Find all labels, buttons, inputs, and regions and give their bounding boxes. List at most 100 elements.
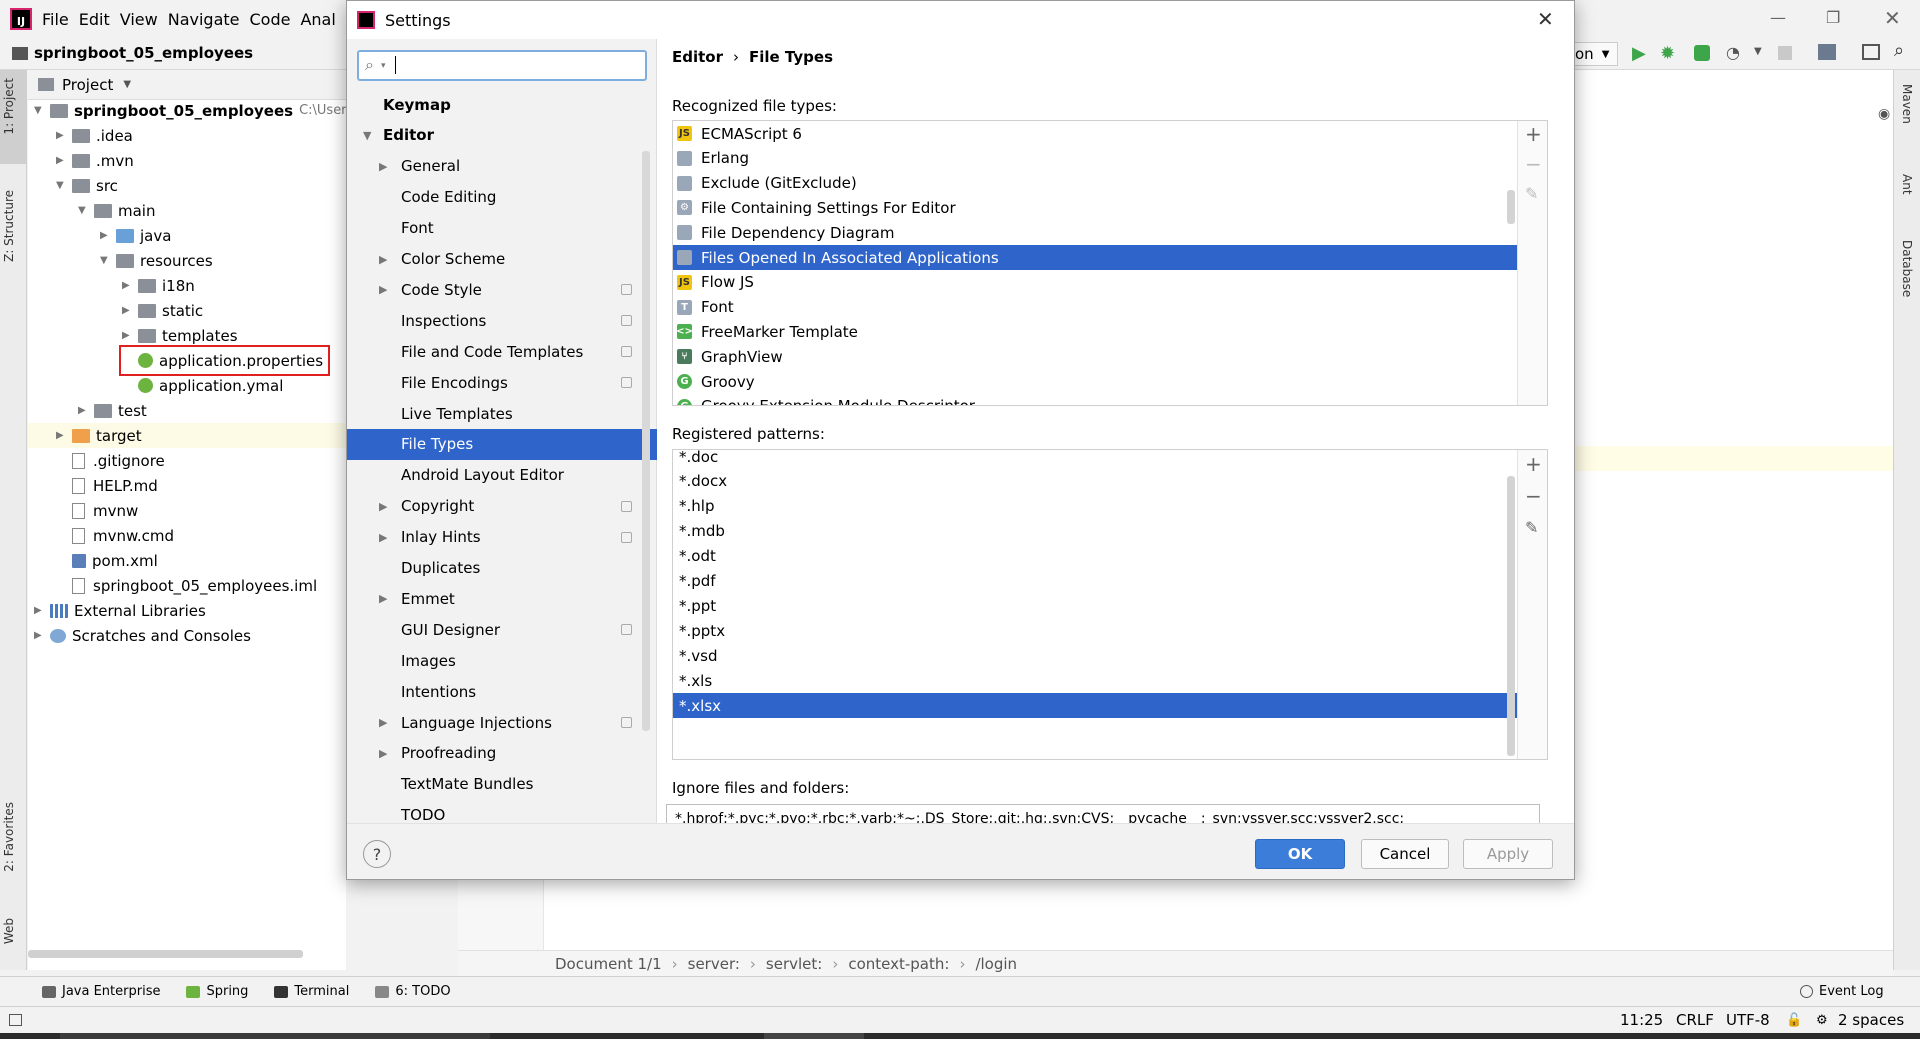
menu-code[interactable]: Code: [250, 10, 291, 29]
file-type-row[interactable]: G Groovy Extension Module Descriptor: [673, 394, 1518, 405]
file-type-row[interactable]: JS Flow JS: [673, 270, 1518, 295]
chevron-right-icon[interactable]: ▶: [379, 592, 387, 605]
chevron-right-icon[interactable]: ▶: [379, 531, 387, 544]
tool-terminal[interactable]: Terminal: [274, 984, 349, 999]
debug-icon[interactable]: ✹: [1660, 43, 1675, 64]
tree-item[interactable]: ▼ src: [56, 173, 118, 198]
tree-item[interactable]: .gitignore: [56, 448, 165, 473]
presentation-icon[interactable]: [1862, 44, 1880, 60]
chevron-right-icon[interactable]: ▶: [379, 716, 387, 729]
file-type-row[interactable]: File Dependency Diagram: [673, 220, 1518, 245]
tool-event-log[interactable]: Event Log: [1800, 984, 1884, 999]
settings-nav-item[interactable]: ▶ General: [347, 151, 657, 182]
run-config-selector[interactable]: on ▼: [1572, 42, 1618, 66]
tree-item[interactable]: ▼ resources: [100, 248, 213, 273]
breadcrumb-servlet[interactable]: servlet:: [766, 955, 822, 973]
settings-nav-item[interactable]: ▶ Language Injections: [347, 707, 657, 738]
tree-item[interactable]: ▼ springboot_05_employees C:\Users\: [34, 98, 358, 123]
profile-icon[interactable]: ◔: [1726, 43, 1740, 62]
chevron-down-icon[interactable]: ▼: [100, 255, 110, 266]
cancel-button[interactable]: Cancel: [1361, 839, 1449, 869]
chevron-right-icon[interactable]: ▶: [122, 305, 132, 316]
chevron-right-icon[interactable]: ▶: [122, 330, 132, 341]
file-encoding[interactable]: UTF-8: [1726, 1011, 1770, 1029]
chevron-right-icon[interactable]: ▶: [78, 405, 88, 416]
tree-item[interactable]: ▶ i18n: [122, 273, 195, 298]
chevron-down-icon[interactable]: ▼: [123, 79, 131, 90]
caret-position[interactable]: 11:25: [1620, 1011, 1663, 1029]
pattern-row[interactable]: *.pptx: [673, 618, 1518, 643]
window-close-icon[interactable]: ✕: [1884, 6, 1901, 30]
tree-item[interactable]: application.ymal: [122, 373, 283, 398]
breadcrumb-context-path[interactable]: context-path:: [848, 955, 949, 973]
minimize-icon[interactable]: —: [1770, 8, 1786, 27]
nav-project-name[interactable]: springboot_05_employees: [34, 44, 253, 62]
settings-nav-item[interactable]: TextMate Bundles: [347, 769, 657, 800]
chevron-right-icon[interactable]: ▶: [379, 500, 387, 513]
settings-nav-item[interactable]: Duplicates: [347, 553, 657, 584]
tree-item[interactable]: ▶ Scratches and Consoles: [34, 623, 251, 648]
settings-nav-item[interactable]: Font: [347, 213, 657, 244]
eye-icon[interactable]: ◉: [1878, 106, 1890, 122]
chevron-right-icon[interactable]: ▶: [34, 630, 44, 641]
settings-nav-item[interactable]: ▶ Proofreading: [347, 738, 657, 769]
chevron-right-icon[interactable]: ▶: [379, 283, 387, 296]
recognized-file-types-list[interactable]: JS ECMAScript 6 Erlang Exclude (GitExclude)…: [672, 120, 1548, 406]
registered-patterns-list[interactable]: *.doc *.docx *.hlp *.mdb *.odt *.pdf *.ppt *.pp…: [672, 449, 1548, 760]
chevron-right-icon[interactable]: ▶: [122, 280, 132, 291]
tab-favorites[interactable]: 2: Favorites: [2, 802, 16, 872]
tool-todo[interactable]: 6: TODO: [375, 984, 451, 999]
nav-scrollbar[interactable]: [642, 151, 650, 731]
menu-file[interactable]: File: [42, 10, 69, 29]
line-separator[interactable]: CRLF: [1676, 1011, 1714, 1029]
settings-search-input[interactable]: ⌕ ▾: [357, 50, 647, 81]
file-type-row[interactable]: ⑂ GraphView: [673, 344, 1518, 369]
chevron-right-icon[interactable]: ▶: [56, 130, 66, 141]
tab-database[interactable]: Database: [1900, 240, 1914, 297]
tab-web[interactable]: Web: [2, 918, 16, 944]
file-type-row[interactable]: Exclude (GitExclude): [673, 171, 1518, 196]
tree-item[interactable]: ▶ templates: [122, 323, 238, 348]
tab-project[interactable]: 1: Project: [2, 78, 16, 135]
file-type-row[interactable]: ⚙ File Containing Settings For Editor: [673, 195, 1518, 220]
help-icon[interactable]: ?: [363, 840, 391, 868]
tree-item[interactable]: application.properties: [118, 345, 331, 376]
settings-nav-item[interactable]: Android Layout Editor: [347, 460, 657, 491]
ok-button[interactable]: OK: [1255, 839, 1345, 869]
tab-maven[interactable]: Maven: [1900, 84, 1914, 124]
settings-nav-item[interactable]: ▶ Copyright: [347, 491, 657, 522]
chevron-right-icon[interactable]: ▶: [379, 160, 387, 173]
lock-icon[interactable]: 🔓: [1786, 1013, 1802, 1028]
pattern-row[interactable]: *.xlsx: [673, 693, 1518, 718]
file-type-row[interactable]: <> FreeMarker Template: [673, 319, 1518, 344]
chevron-right-icon[interactable]: ▶: [56, 155, 66, 166]
settings-nav-item[interactable]: File and Code Templates: [347, 336, 657, 367]
toggle-tool-windows-icon[interactable]: [9, 1014, 22, 1026]
tree-item[interactable]: pom.xml: [56, 548, 158, 573]
stop-icon[interactable]: [1778, 46, 1792, 60]
file-types-scrollbar[interactable]: [1507, 190, 1515, 224]
pattern-row[interactable]: *.odt: [673, 544, 1518, 569]
tree-item[interactable]: HELP.md: [56, 473, 158, 498]
tree-item[interactable]: ▶ test: [78, 398, 147, 423]
settings-nav-item[interactable]: File Types: [347, 428, 657, 460]
breadcrumb-document[interactable]: Document 1/1: [555, 955, 662, 973]
tab-ant[interactable]: Ant: [1900, 174, 1914, 195]
settings-nav-item[interactable]: Inspections: [347, 305, 657, 336]
settings-nav-item[interactable]: ▶ Emmet: [347, 583, 657, 614]
restore-icon[interactable]: ❐: [1826, 8, 1840, 27]
edit-pattern-icon[interactable]: ✎: [1525, 518, 1538, 538]
file-type-row[interactable]: Erlang: [673, 146, 1518, 171]
file-type-row[interactable]: G Groovy: [673, 369, 1518, 394]
chevron-right-icon[interactable]: ▶: [100, 230, 110, 241]
pattern-row[interactable]: *.docx: [673, 469, 1518, 494]
settings-nav-item[interactable]: Keymap: [347, 89, 657, 120]
tab-structure[interactable]: Z: Structure: [2, 190, 16, 262]
tree-item[interactable]: ▶ java: [100, 223, 171, 248]
tree-item[interactable]: mvnw: [56, 498, 138, 523]
menu-analyze[interactable]: Anal: [300, 10, 335, 29]
tool-spring[interactable]: Spring: [186, 984, 248, 999]
remove-pattern-icon[interactable]: −: [1525, 486, 1542, 506]
tree-item[interactable]: springboot_05_employees.iml: [56, 573, 317, 598]
chevron-right-icon[interactable]: ▶: [34, 605, 44, 616]
